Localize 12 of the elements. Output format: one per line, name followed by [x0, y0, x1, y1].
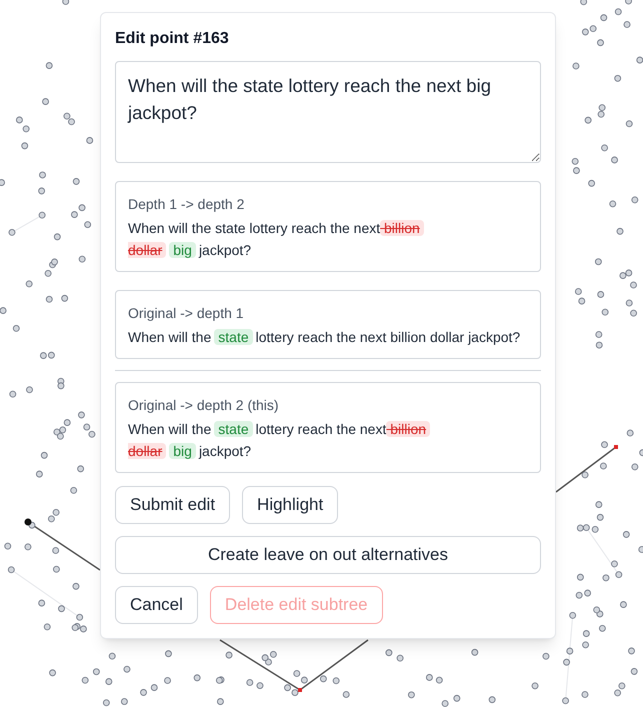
diff-text: When will the state lottery reach the next billion dollar big jackpot? [128, 418, 528, 462]
action-button[interactable]: Cancel [115, 586, 198, 624]
action-button[interactable]: Highlight [242, 486, 338, 524]
diff-label: Original -> depth 1 [128, 304, 245, 323]
action-button[interactable]: Submit edit [115, 486, 230, 524]
diff-text: When will the state lottery reach the next billion dollar big jackpot? [128, 217, 528, 261]
question-text-field[interactable]: When will the state lottery reach the next big jackpot? [115, 61, 541, 163]
action-button[interactable]: Create leave on out alternatives [115, 536, 541, 574]
dialog-title: Edit point #163 [115, 29, 230, 49]
diff-label: Original -> depth 2 (this) [128, 396, 280, 415]
diff-text: When will the state lottery reach the next billion dollar jackpot? [128, 328, 522, 347]
diff-label: Depth 1 -> depth 2 [128, 195, 246, 214]
